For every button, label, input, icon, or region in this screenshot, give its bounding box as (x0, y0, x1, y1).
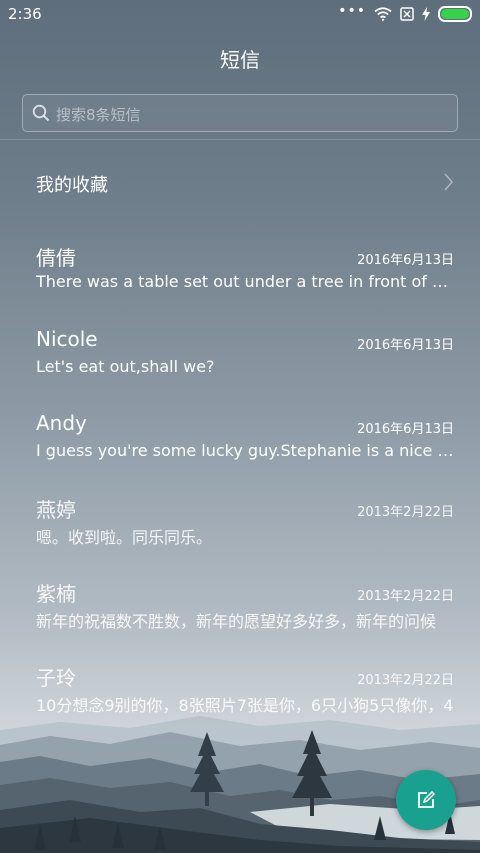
conversation-item[interactable]: 倩倩 2016年6月13日 There was a table set out … (36, 242, 454, 312)
battery-icon (438, 6, 472, 22)
message-date: 2016年6月13日 (357, 338, 454, 353)
contact-name: 倩倩 (36, 246, 76, 270)
contact-name: Andy (36, 411, 87, 435)
message-date: 2016年6月13日 (357, 422, 454, 437)
status-icons: ••• (338, 3, 472, 23)
contact-name: Nicole (36, 327, 98, 351)
compose-button[interactable] (396, 770, 456, 830)
status-bar: 2:36 ••• (0, 0, 480, 28)
message-preview: 新年的祝福数不胜数，新年的愿望好多好多，新年的问候 (36, 612, 437, 631)
search-placeholder: 搜索8条短信 (56, 106, 141, 124)
compose-icon (418, 790, 436, 808)
message-date: 2013年2月22日 (357, 589, 454, 604)
message-preview: 嗯。收到啦。同乐同乐。 (36, 528, 213, 547)
battery-level (441, 9, 469, 19)
message-date: 2013年2月22日 (357, 505, 454, 520)
chevron-right-icon (444, 173, 453, 191)
search-input[interactable]: 搜索8条短信 (22, 94, 458, 132)
conversation-item[interactable]: Andy 2016年6月13日 I guess you're some luck… (36, 411, 454, 481)
conversation-item[interactable]: Nicole 2016年6月13日 Let's eat out,shall we… (36, 327, 454, 397)
no-sim-icon (400, 7, 414, 21)
conversation-item[interactable]: 燕婷 2013年2月22日 嗯。收到啦。同乐同乐。 (36, 494, 454, 564)
wifi-icon (374, 7, 392, 21)
message-date: 2016年6月13日 (357, 253, 454, 268)
page-title: 短信 (220, 48, 260, 72)
contact-name: 紫楠 (36, 582, 76, 606)
favorites-label: 我的收藏 (36, 175, 108, 196)
contact-name: 燕婷 (36, 498, 76, 522)
message-preview: I guess you're some lucky guy.Stephanie … (36, 441, 454, 460)
search-icon (32, 104, 50, 122)
message-preview: There was a table set out under a tree i… (36, 272, 454, 291)
status-time: 2:36 (8, 5, 42, 23)
conversation-item[interactable]: 紫楠 2013年2月22日 新年的祝福数不胜数，新年的愿望好多好多，新年的问候 (36, 578, 454, 648)
message-preview: Let's eat out,shall we? (36, 357, 215, 376)
message-date: 2013年2月22日 (357, 673, 454, 688)
divider (0, 139, 480, 140)
contact-name: 子玲 (36, 666, 76, 690)
charging-icon (422, 7, 430, 21)
more-dots-icon: ••• (338, 3, 366, 19)
